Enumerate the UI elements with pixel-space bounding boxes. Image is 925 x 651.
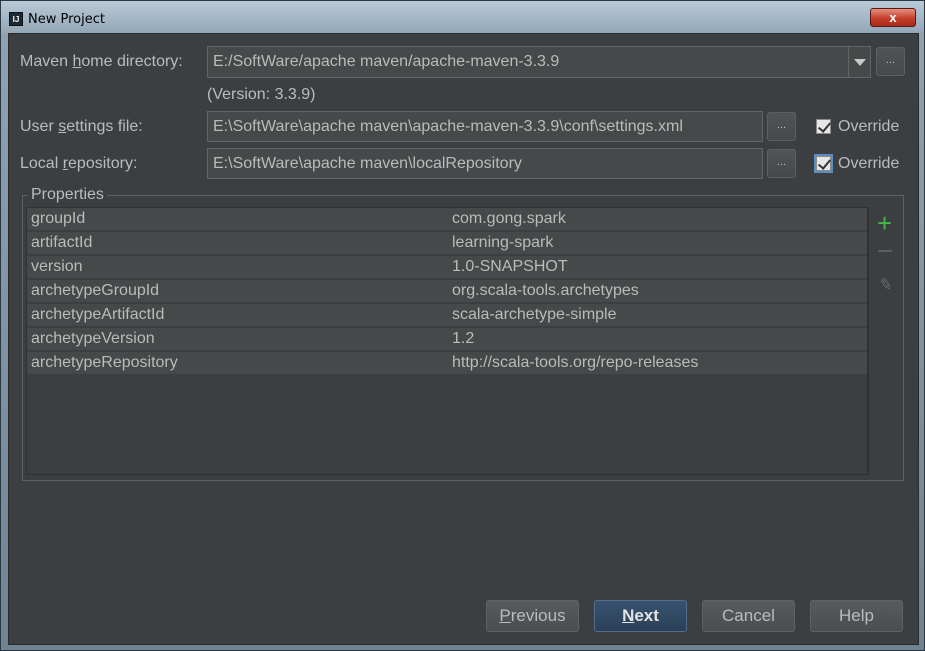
property-key: archetypeArtifactId <box>31 306 165 323</box>
maven-version-text: (Version: 3.3.9) <box>207 86 316 103</box>
property-key: archetypeVersion <box>31 330 155 347</box>
user-settings-override-checkbox[interactable] <box>816 119 831 134</box>
cancel-button[interactable]: Cancel <box>702 600 795 632</box>
next-button-label: ext <box>634 606 659 625</box>
remove-icon[interactable] <box>878 250 892 252</box>
property-key: artifactId <box>31 234 93 251</box>
table-row[interactable]: archetypeGroupId org.scala-tools.archety… <box>27 280 867 303</box>
chevron-down-icon[interactable] <box>848 47 870 77</box>
local-repository-label-text-rest: epository: <box>68 155 138 172</box>
user-settings-override-label: Override <box>838 118 900 135</box>
local-repository-field[interactable]: E:\SoftWare\apache maven\localRepository <box>207 148 763 179</box>
maven-home-label: Maven home directory: <box>20 53 183 71</box>
local-repository-label: Local repository: <box>20 155 137 173</box>
local-repository-browse-button[interactable]: ... <box>767 149 796 178</box>
property-value: learning-spark <box>452 234 554 251</box>
title-bar: IJ New Project x <box>1 1 924 33</box>
properties-toolbar: + ✎ <box>868 207 900 475</box>
previous-button-mnemonic: P <box>499 606 511 625</box>
property-value: http://scala-tools.org/repo-releases <box>452 354 699 371</box>
property-value: com.gong.spark <box>452 210 566 227</box>
property-key: groupId <box>31 210 86 227</box>
dialog-content: Maven home directory: E:/SoftWare/apache… <box>8 33 919 645</box>
table-row[interactable]: artifactId learning-spark <box>27 232 867 255</box>
local-repository-label-text: Local <box>20 155 63 172</box>
previous-button-label: revious <box>510 606 566 625</box>
maven-home-browse-button[interactable]: ... <box>876 47 905 76</box>
next-button[interactable]: Next <box>594 600 687 632</box>
table-row[interactable]: archetypeArtifactId scala-archetype-simp… <box>27 304 867 327</box>
add-icon[interactable]: + <box>877 210 892 236</box>
property-key: version <box>31 258 83 275</box>
previous-button[interactable]: Previous <box>486 600 579 632</box>
user-settings-browse-button[interactable]: ... <box>767 112 796 141</box>
property-value: org.scala-tools.archetypes <box>452 282 639 299</box>
local-repository-override-label: Override <box>838 155 900 172</box>
table-row[interactable]: archetypeVersion 1.2 <box>27 328 867 351</box>
property-value: 1.2 <box>452 330 475 347</box>
user-settings-label-text-rest: ettings file: <box>66 118 143 135</box>
property-key: archetypeRepository <box>31 354 178 371</box>
property-value: 1.0-SNAPSHOT <box>452 258 568 275</box>
new-project-window: IJ New Project x Maven home directory: E… <box>0 0 925 651</box>
window-title: New Project <box>28 12 105 27</box>
table-row[interactable]: groupId com.gong.spark <box>27 208 867 231</box>
maven-home-select[interactable]: E:/SoftWare/apache maven/apache-maven-3.… <box>207 46 871 78</box>
local-repository-override-checkbox[interactable] <box>814 154 833 173</box>
help-button[interactable]: Help <box>810 600 903 632</box>
property-key: archetypeGroupId <box>31 282 160 299</box>
intellij-app-icon: IJ <box>9 12 23 26</box>
maven-home-label-text-rest: ome directory: <box>81 53 183 70</box>
maven-home-value: E:/SoftWare/apache maven/apache-maven-3.… <box>213 53 560 70</box>
user-settings-field[interactable]: E:\SoftWare\apache maven\apache-maven-3.… <box>207 111 763 142</box>
close-window-button[interactable]: x <box>870 8 916 27</box>
next-button-mnemonic: N <box>622 606 635 625</box>
table-row[interactable]: archetypeRepository http://scala-tools.o… <box>27 352 867 375</box>
edit-icon[interactable]: ✎ <box>877 274 894 296</box>
user-settings-label-text: User <box>20 118 59 135</box>
table-row[interactable]: version 1.0-SNAPSHOT <box>27 256 867 279</box>
maven-home-label-text: Maven <box>20 53 73 70</box>
properties-table[interactable]: groupId com.gong.spark artifactId learni… <box>26 207 868 475</box>
property-value: scala-archetype-simple <box>452 306 617 323</box>
properties-legend: Properties <box>28 186 107 204</box>
user-settings-label: User settings file: <box>20 118 143 136</box>
